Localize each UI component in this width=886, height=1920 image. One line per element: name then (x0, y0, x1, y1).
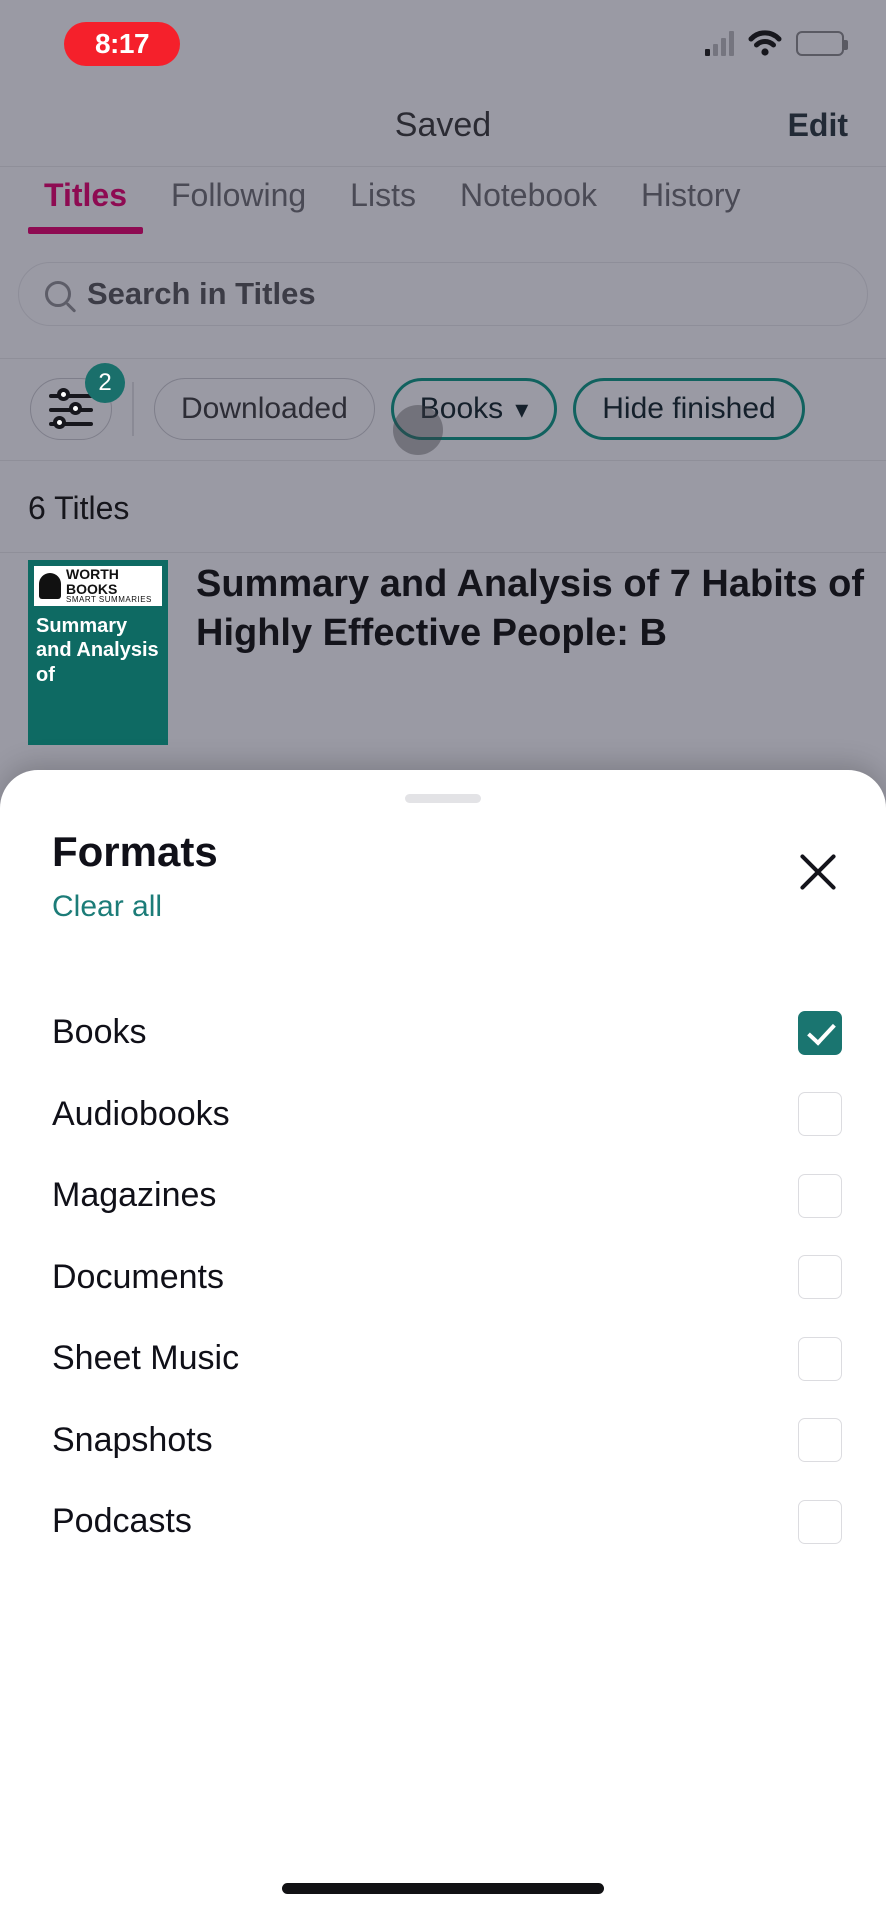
filter-count-badge: 2 (85, 363, 125, 403)
option-snapshots-label: Snapshots (52, 1420, 213, 1459)
option-audiobooks[interactable]: Audiobooks (52, 1074, 842, 1156)
publisher-logo-icon (39, 573, 61, 599)
list-item[interactable]: WORTH BOOKS SMART SUMMARIES Summary and … (0, 560, 886, 745)
status-time: 8:17 (94, 28, 150, 59)
home-indicator (282, 1883, 604, 1894)
cover-publisher: WORTH BOOKS SMART SUMMARIES (66, 567, 157, 605)
sheet-title: Formats (52, 828, 218, 875)
clear-all-button[interactable]: Clear all (52, 890, 846, 924)
option-magazines-label: Magazines (52, 1176, 217, 1215)
results-count: 6 Titles (28, 490, 130, 526)
option-documents[interactable]: Documents (52, 1237, 842, 1319)
option-magazines-checkbox[interactable] (798, 1173, 842, 1218)
touch-indicator (393, 405, 443, 455)
search-divider (0, 358, 886, 359)
cover-imprint: SMART SUMMARIES (66, 595, 152, 605)
chip-hide-finished-label: Hide finished (602, 392, 776, 425)
page-title: Saved (394, 106, 492, 144)
option-books-label: Books (52, 1013, 147, 1052)
book-cover: WORTH BOOKS SMART SUMMARIES Summary and … (28, 560, 168, 745)
chip-hide-finished[interactable]: Hide finished (573, 378, 805, 440)
option-podcasts[interactable]: Podcasts (52, 1481, 842, 1563)
chip-downloaded[interactable]: Downloaded (154, 378, 375, 440)
chips-divider (132, 382, 134, 436)
formats-bottom-sheet: Formats Clear all Books Audiobooks Magaz… (0, 770, 886, 1920)
option-sheet-music-checkbox[interactable] (798, 1336, 842, 1381)
option-podcasts-checkbox[interactable] (798, 1499, 842, 1544)
count-divider (0, 552, 886, 553)
status-time-pill: 8:17 (64, 22, 180, 66)
status-bar: 8:17 (0, 0, 886, 92)
tab-bar: Titles Following Lists Notebook History (0, 167, 886, 252)
option-snapshots[interactable]: Snapshots (52, 1400, 842, 1482)
option-magazines[interactable]: Magazines (52, 1155, 842, 1237)
option-books[interactable]: Books (52, 992, 842, 1074)
option-sheet-music-label: Sheet Music (52, 1339, 240, 1378)
format-options-list: Books Audiobooks Magazines Documents She… (52, 992, 842, 1563)
signal-bars-icon (705, 30, 734, 56)
wifi-icon (748, 30, 782, 56)
filter-chips-row: 2 Downloaded Books ▾ Hide finished (0, 360, 886, 458)
filter-settings-button[interactable]: 2 (30, 363, 125, 440)
cover-publisher-name: WORTH BOOKS (66, 566, 119, 597)
tab-following[interactable]: Following (149, 167, 328, 214)
search-placeholder: Search in Titles (87, 276, 316, 311)
tab-titles[interactable]: Titles (22, 167, 149, 234)
chevron-down-icon: ▾ (515, 394, 529, 424)
tab-lists[interactable]: Lists (328, 167, 438, 214)
nav-bar: Saved Edit (0, 92, 886, 166)
chip-downloaded-label: Downloaded (181, 392, 348, 425)
status-icons (705, 30, 848, 56)
sliders-icon (49, 388, 93, 429)
sheet-grabber[interactable] (405, 794, 481, 803)
tab-notebook[interactable]: Notebook (438, 167, 619, 214)
close-icon[interactable] (794, 848, 842, 896)
list-item-title: Summary and Analysis of 7 Habits of High… (196, 563, 864, 654)
battery-icon (796, 30, 848, 56)
chips-bottom-divider (0, 460, 886, 461)
option-audiobooks-checkbox[interactable] (798, 1092, 842, 1137)
sheet-header: Formats Clear all (52, 828, 846, 924)
option-documents-label: Documents (52, 1257, 224, 1296)
cover-publisher-band: WORTH BOOKS SMART SUMMARIES (34, 566, 162, 606)
tab-history[interactable]: History (619, 167, 763, 214)
search-icon (45, 281, 71, 307)
search-bar[interactable]: Search in Titles (18, 262, 868, 326)
search-input[interactable]: Search in Titles (18, 262, 868, 326)
option-documents-checkbox[interactable] (798, 1255, 842, 1300)
option-audiobooks-label: Audiobooks (52, 1094, 230, 1133)
option-books-checkbox[interactable] (798, 1010, 842, 1055)
option-snapshots-checkbox[interactable] (798, 1418, 842, 1463)
option-podcasts-label: Podcasts (52, 1502, 192, 1541)
edit-button[interactable]: Edit (788, 107, 848, 144)
cover-title: Summary and Analysis of (36, 615, 159, 686)
option-sheet-music[interactable]: Sheet Music (52, 1318, 842, 1400)
phone-screen: 8:17 Saved Edit Titles Following Lists N… (0, 0, 886, 1920)
